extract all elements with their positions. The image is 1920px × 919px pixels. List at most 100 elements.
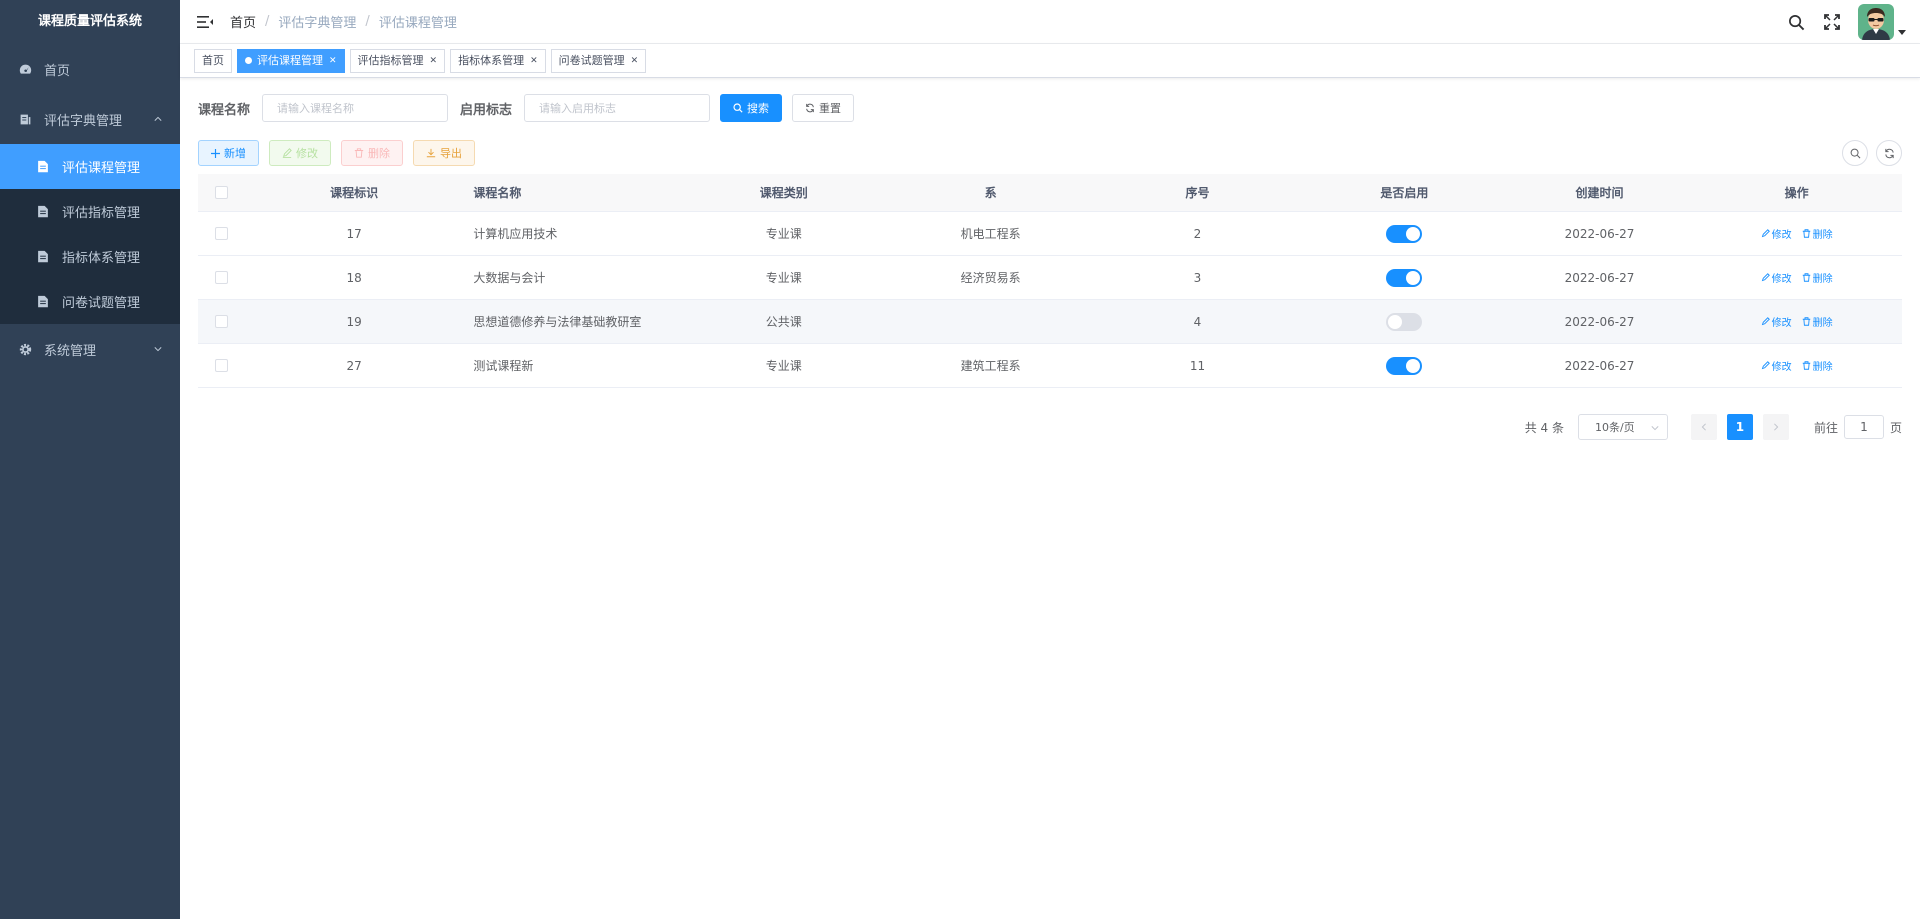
cell-category: 专业课 [765, 271, 802, 285]
reset-button[interactable]: 重置 [792, 94, 855, 122]
sidebar-item-system[interactable]: 系统管理 [0, 324, 180, 374]
page-number-button[interactable]: 1 [1726, 414, 1753, 440]
chevron-down-icon [1651, 426, 1659, 431]
row-edit-link[interactable]: 修改 [1761, 358, 1792, 373]
edit-icon [282, 148, 292, 158]
download-icon [426, 148, 436, 158]
sidebar-item-label: 评估字典管理 [44, 113, 123, 129]
cell-category: 公共课 [765, 315, 802, 329]
avatar[interactable] [1858, 4, 1894, 40]
cell-name: 思想道德修养与法律基础教研室 [473, 315, 642, 329]
sidebar-item-indicator-management[interactable]: 评估指标管理 [0, 189, 180, 234]
close-icon[interactable]: ✕ [530, 50, 538, 72]
column-header: 课程标识 [330, 186, 379, 200]
edit-icon [1761, 273, 1770, 282]
tag-system-indicator[interactable]: 指标体系管理 ✕ [450, 48, 546, 73]
dashboard-icon [18, 62, 32, 76]
sidebar-item-dictionary[interactable]: 评估字典管理 [0, 94, 180, 144]
close-icon[interactable]: ✕ [631, 50, 639, 72]
row-edit-link[interactable]: 修改 [1761, 314, 1792, 329]
column-header: 系 [984, 186, 997, 200]
menu-fold-icon[interactable] [196, 13, 214, 31]
row-checkbox[interactable] [214, 315, 228, 328]
row-edit-link[interactable]: 修改 [1761, 226, 1792, 241]
pagination: 共 4 条 10条/页 1 前往 页 [1525, 414, 1902, 440]
page-suffix: 页 [1889, 420, 1902, 435]
breadcrumb-item: 评估课程管理 [378, 16, 457, 31]
column-header: 创建时间 [1575, 186, 1624, 200]
cell-seq: 11 [1189, 358, 1206, 373]
cell-name: 计算机应用技术 [473, 227, 558, 241]
sidebar-item-course-management[interactable]: 评估课程管理 [0, 144, 180, 189]
close-icon[interactable]: ✕ [329, 50, 337, 72]
tag-label: 问卷试题管理 [558, 53, 625, 67]
row-edit-link[interactable]: 修改 [1761, 270, 1792, 285]
close-icon[interactable]: ✕ [430, 50, 438, 72]
edit-icon [1761, 361, 1770, 370]
prev-page-button[interactable] [1690, 414, 1717, 440]
sidebar-item-label: 评估指标管理 [62, 206, 141, 221]
sidebar-item-label: 评估课程管理 [62, 161, 141, 176]
enabled-switch[interactable] [1386, 356, 1423, 375]
table-row[interactable]: 19 思想道德修养与法律基础教研室 公共课 4 2022-06-27 修改 删除 [198, 300, 1902, 344]
tag-indicator-management[interactable]: 评估指标管理 ✕ [349, 48, 446, 73]
add-button[interactable]: 新增 [198, 140, 259, 166]
sidebar-item-questionnaire[interactable]: 问卷试题管理 [0, 279, 180, 324]
tag-questionnaire[interactable]: 问卷试题管理 ✕ [550, 48, 647, 73]
toggle-search-button[interactable] [1842, 140, 1868, 166]
edit-button[interactable]: 修改 [269, 140, 331, 166]
column-header: 是否启用 [1380, 186, 1429, 200]
sidebar-item-label: 系统管理 [44, 343, 97, 359]
tag-course-management[interactable]: 评估课程管理 ✕ [237, 48, 345, 73]
row-checkbox[interactable] [214, 359, 228, 372]
page-size-select[interactable]: 10条/页 [1577, 414, 1668, 440]
cell-name: 测试课程新 [473, 359, 534, 373]
column-header: 课程名称 [473, 186, 522, 200]
goto-label: 前往 [1813, 420, 1838, 435]
enabled-flag-input[interactable] [524, 94, 711, 122]
course-name-input[interactable] [262, 94, 449, 122]
goto-page-input[interactable] [1843, 415, 1884, 439]
table-row[interactable]: 17 计算机应用技术 专业课 机电工程系 2 2022-06-27 修改 删除 [198, 212, 1902, 256]
caret-down-icon[interactable] [1898, 28, 1906, 36]
fullscreen-icon[interactable] [1822, 12, 1842, 32]
document-icon [36, 250, 50, 264]
cell-created: 2022-06-27 [1564, 270, 1635, 285]
enabled-switch[interactable] [1386, 268, 1423, 287]
add-button-label: 新增 [224, 147, 246, 160]
search-form: 课程名称 启用标志 搜索 重置 [198, 94, 864, 122]
search-button[interactable]: 搜索 [720, 94, 783, 122]
trash-icon [1802, 229, 1810, 238]
row-checkbox[interactable] [214, 227, 228, 240]
sidebar-item-home[interactable]: 首页 [0, 44, 180, 94]
delete-button[interactable]: 删除 [341, 140, 403, 166]
row-delete-link[interactable]: 删除 [1802, 358, 1833, 373]
search-icon[interactable] [1786, 12, 1806, 32]
row-delete-link[interactable]: 删除 [1802, 314, 1833, 329]
dictionary-icon [18, 112, 32, 126]
row-delete-link[interactable]: 删除 [1802, 270, 1833, 285]
select-all-checkbox[interactable] [214, 186, 228, 199]
export-button[interactable]: 导出 [413, 140, 475, 166]
next-page-button[interactable] [1762, 414, 1789, 440]
refresh-button[interactable] [1876, 140, 1902, 166]
sidebar-item-system-indicator[interactable]: 指标体系管理 [0, 234, 180, 279]
cell-created: 2022-06-27 [1564, 358, 1635, 373]
row-checkbox[interactable] [214, 271, 228, 284]
refresh-icon [1884, 148, 1894, 158]
tag-home[interactable]: 首页 [194, 48, 232, 73]
enabled-switch[interactable] [1386, 224, 1423, 243]
cell-name: 大数据与会计 [473, 271, 546, 285]
chevron-right-icon [1774, 423, 1779, 431]
trash-icon [1802, 273, 1810, 282]
table-row[interactable]: 27 测试课程新 专业课 建筑工程系 11 2022-06-27 修改 删除 [198, 344, 1902, 388]
row-delete-link[interactable]: 删除 [1802, 226, 1833, 241]
breadcrumb-item[interactable]: 首页 [230, 12, 256, 31]
cell-seq: 3 [1193, 270, 1202, 285]
course-table: 课程标识 课程名称 课程类别 系 序号 是否启用 创建时间 操作 17 计算机应… [198, 174, 1902, 388]
export-button-label: 导出 [440, 147, 462, 160]
table-row[interactable]: 18 大数据与会计 专业课 经济贸易系 3 2022-06-27 修改 删除 [198, 256, 1902, 300]
enabled-switch[interactable] [1386, 312, 1423, 331]
chevron-down-icon [154, 347, 162, 352]
active-dot-icon [245, 57, 252, 64]
